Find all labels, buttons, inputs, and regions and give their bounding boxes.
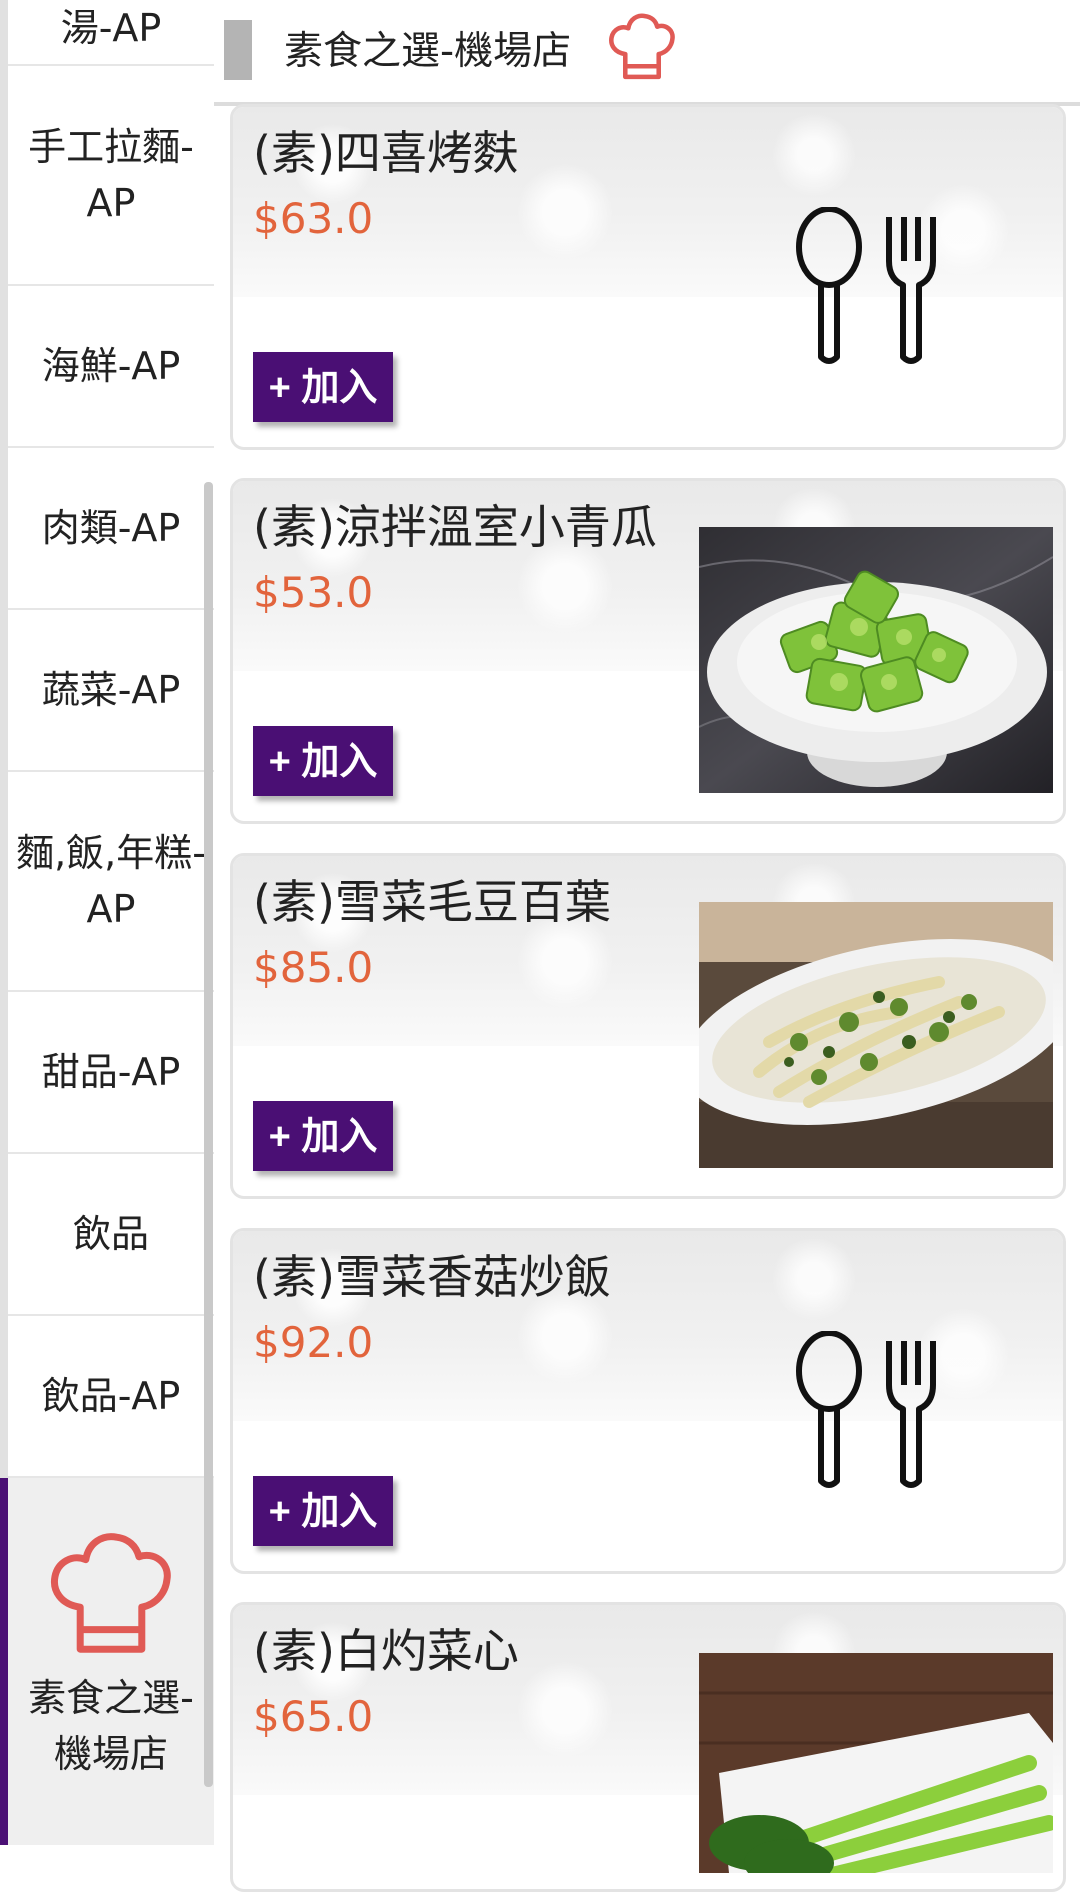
sidebar-item-drinks-ap[interactable]: 飲品-AP	[8, 1316, 214, 1478]
sidebar-item-desserts[interactable]: 甜品-AP	[8, 992, 214, 1154]
item-price: $85.0	[253, 943, 374, 992]
sidebar-item-noodles-rice[interactable]: 麵,飯,年糕-AP	[8, 772, 214, 992]
sidebar-item-meat[interactable]: 肉類-AP	[8, 448, 214, 610]
sidebar-item-label: 飲品-AP	[41, 1374, 181, 1418]
item-price: $92.0	[253, 1318, 374, 1367]
category-sidebar: 湯-AP 手工拉麵-AP 海鮮-AP 肉類-AP 蔬菜-AP 麵,飯,年糕-AP…	[0, 0, 214, 1845]
sidebar-item-drinks[interactable]: 飲品	[8, 1154, 214, 1316]
sidebar-item-label: 湯-AP	[60, 6, 162, 50]
choy-sum-dish-photo	[699, 1653, 1053, 1873]
category-header: 素食之選-機場店	[224, 0, 1080, 102]
menu-item-card[interactable]: (素)四喜烤麩 $63.0 + 加入	[230, 104, 1066, 450]
category-title: 素食之選-機場店	[284, 29, 572, 74]
sidebar-item-label: 肉類-AP	[41, 506, 181, 550]
menu-item-card[interactable]: (素)雪菜毛豆百葉 $85.0 + 加入	[230, 853, 1066, 1199]
item-name: (素)白灼菜心	[253, 1624, 519, 1678]
sidebar-item-label: 素食之選-機場店	[28, 1676, 194, 1776]
sidebar-item-soup[interactable]: 湯-AP	[8, 0, 214, 66]
item-price: $63.0	[253, 194, 374, 243]
sidebar-item-label: 甜品-AP	[41, 1050, 181, 1094]
chef-hat-icon	[50, 1533, 171, 1653]
add-to-cart-button[interactable]: + 加入	[253, 726, 393, 796]
menu-item-card[interactable]: (素)雪菜香菇炒飯 $92.0 + 加入	[230, 1228, 1066, 1574]
add-to-cart-button[interactable]: + 加入	[253, 352, 393, 422]
utensils-placeholder-icon	[796, 207, 936, 364]
sidebar-item-label: 麵,飯,年糕-AP	[16, 831, 206, 931]
utensils-placeholder-icon	[796, 1331, 936, 1488]
cucumber-dish-photo	[699, 527, 1053, 793]
menu-item-card[interactable]: (素)白灼菜心 $65.0	[230, 1602, 1066, 1892]
item-name: (素)涼拌溫室小青瓜	[253, 500, 657, 554]
item-name: (素)雪菜毛豆百葉	[253, 875, 611, 929]
header-accent-bar	[224, 20, 252, 80]
chef-hat-icon	[609, 13, 675, 80]
add-to-cart-button[interactable]: + 加入	[253, 1101, 393, 1171]
sidebar-item-vegetables[interactable]: 蔬菜-AP	[8, 610, 214, 772]
item-price: $65.0	[253, 1692, 374, 1741]
sidebar-item-label: 海鮮-AP	[41, 344, 181, 388]
sidebar-item-label: 蔬菜-AP	[41, 668, 181, 712]
sidebar-item-label: 手工拉麵-AP	[28, 125, 194, 225]
add-to-cart-button[interactable]: + 加入	[253, 1476, 393, 1546]
item-name: (素)雪菜香菇炒飯	[253, 1250, 611, 1304]
tofu-skin-dish-photo	[699, 902, 1053, 1168]
sidebar-item-label: 飲品	[72, 1212, 149, 1256]
sidebar-item-handmade-noodles[interactable]: 手工拉麵-AP	[8, 66, 214, 286]
sidebar-item-seafood[interactable]: 海鮮-AP	[8, 286, 214, 448]
item-name: (素)四喜烤麩	[253, 126, 519, 180]
sidebar-item-vegetarian[interactable]: 素食之選-機場店	[0, 1478, 214, 1845]
item-price: $53.0	[253, 568, 374, 617]
sidebar-scrollbar[interactable]	[204, 482, 213, 1787]
menu-item-card[interactable]: (素)涼拌溫室小青瓜 $53.0 + 加入	[230, 478, 1066, 824]
